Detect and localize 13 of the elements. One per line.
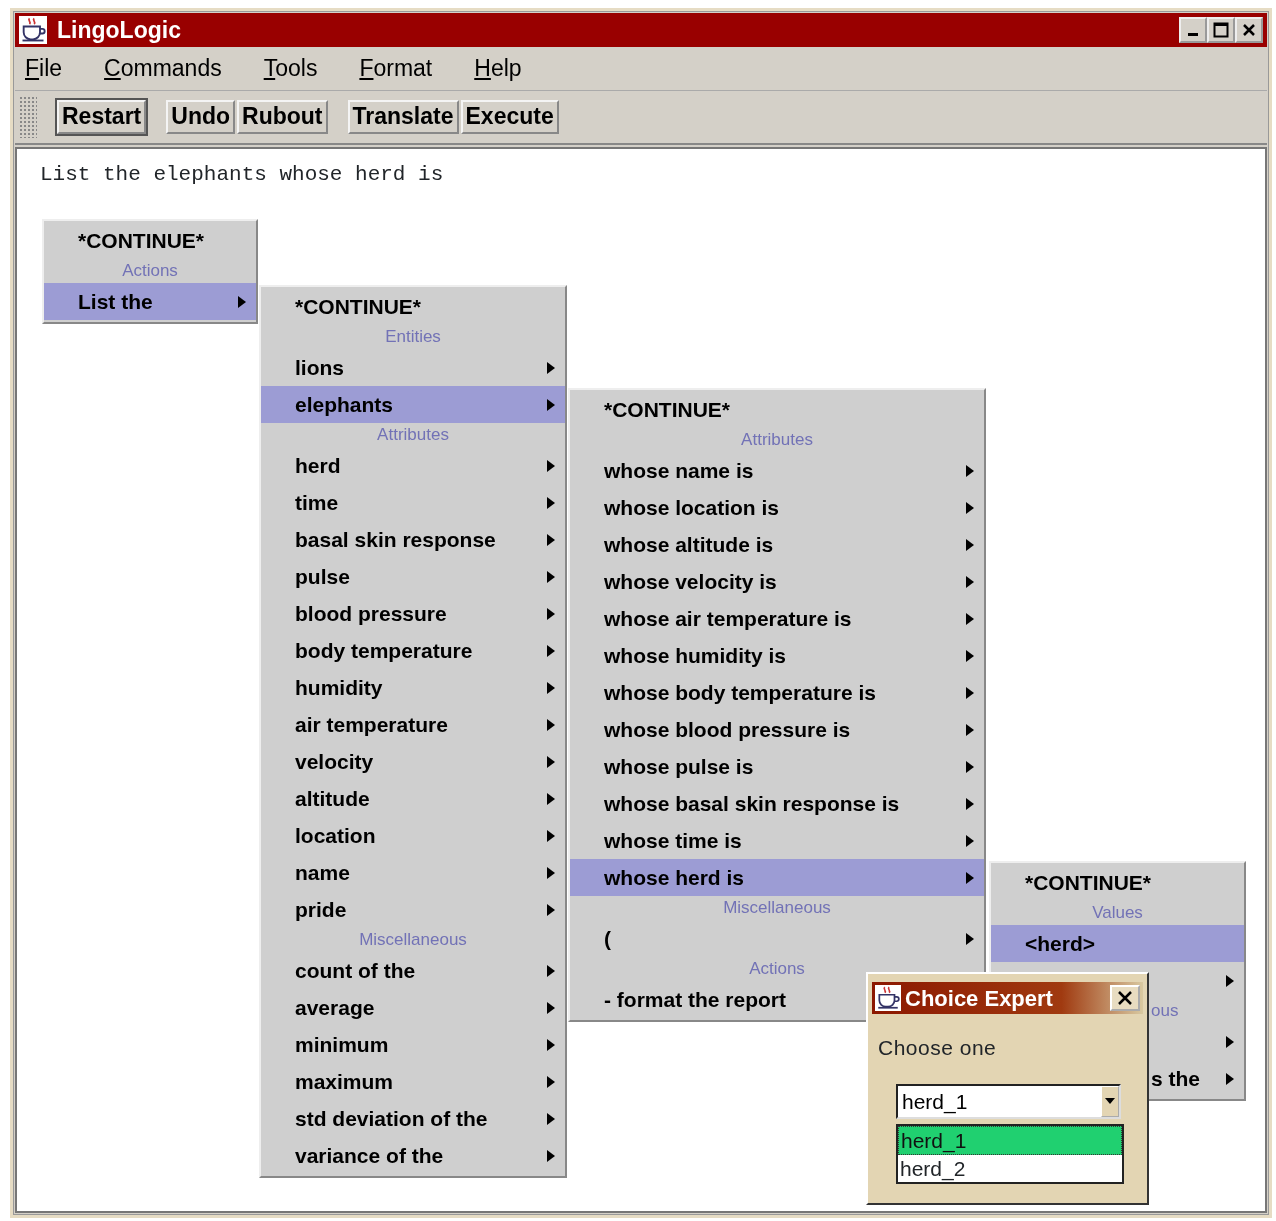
section-label: Actions	[122, 261, 178, 280]
section-label: Attributes	[377, 425, 449, 444]
section-label: Entities	[385, 327, 441, 346]
section-label: Actions	[749, 959, 805, 978]
query-text: List the elephants whose herd is	[40, 162, 444, 188]
section-label: Values	[1092, 903, 1143, 922]
window-title: LingoLogic	[57, 15, 182, 45]
dialog-title: Choice Expert	[905, 984, 1054, 1013]
section-label: Miscellaneous	[723, 898, 831, 917]
prompt-text: Choose one	[878, 1035, 998, 1061]
section-label: Attributes	[741, 430, 813, 449]
section-label: Miscellaneous	[359, 930, 467, 949]
section-label: ous	[1151, 1001, 1179, 1020]
